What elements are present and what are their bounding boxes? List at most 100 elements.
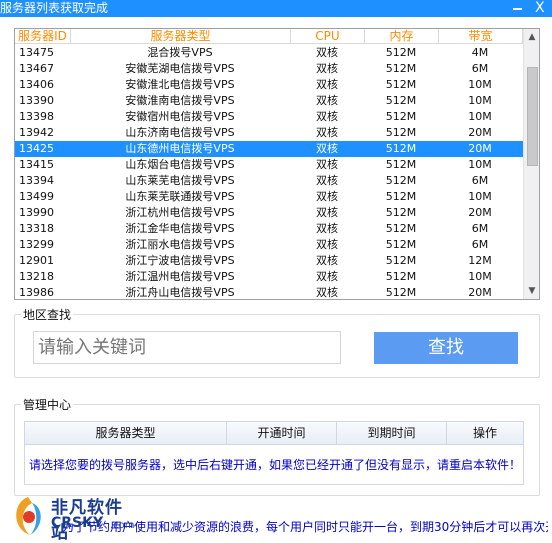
- cell-type: 山东莱芜电信拨号VPS: [125, 174, 235, 187]
- cell-mem: 512M: [385, 190, 417, 203]
- cell-id: 13990: [19, 206, 54, 219]
- cell-bw: 10M: [468, 158, 492, 171]
- cell-cpu: 双核: [316, 254, 338, 267]
- table-row[interactable]: 13467 安徽芜湖电信拨号VPS 双核 512M 6M: [15, 61, 523, 77]
- cell-cpu: 双核: [316, 206, 338, 219]
- cell-bw: 10M: [468, 190, 492, 203]
- table-row[interactable]: 13990 浙江杭州电信拨号VPS 双核 512M 20M: [15, 205, 523, 221]
- cell-mem: 512M: [385, 206, 417, 219]
- cell-id: 13398: [19, 110, 54, 123]
- cell-type: 山东莱芜联通拨号VPS: [125, 190, 235, 203]
- cell-mem: 512M: [385, 126, 417, 139]
- cell-bw: 10M: [468, 110, 492, 123]
- table-row[interactable]: 13398 安徽宿州电信拨号VPS 双核 512M 10M: [15, 109, 523, 125]
- cell-id: 13318: [19, 222, 54, 235]
- table-row[interactable]: 13394 山东莱芜电信拨号VPS 双核 512M 6M: [15, 173, 523, 189]
- logo-english-text: CRSKY: [51, 515, 104, 531]
- cell-id: 13299: [19, 238, 54, 251]
- close-icon[interactable]: X: [535, 0, 545, 17]
- region-search-legend: 地区查找: [21, 306, 74, 323]
- cell-bw: 10M: [468, 78, 492, 91]
- title-bar: 服务器列表获取完成 X: [0, 0, 552, 17]
- cell-mem: 512M: [385, 78, 417, 91]
- cell-cpu: 双核: [316, 126, 338, 139]
- table-row[interactable]: 13499 山东莱芜联通拨号VPS 双核 512M 10M: [15, 189, 523, 205]
- mg-column-action[interactable]: 操作: [447, 422, 523, 444]
- cell-cpu: 双核: [316, 46, 338, 59]
- cell-id: 13415: [19, 158, 54, 171]
- cell-id: 13406: [19, 78, 54, 91]
- management-table-header: 服务器类型 开通时间 到期时间 操作: [25, 422, 523, 445]
- column-header-id[interactable]: 服务器ID: [15, 29, 71, 44]
- vertical-scrollbar[interactable]: ▲ ▼: [523, 29, 539, 299]
- cell-cpu: 双核: [316, 142, 338, 155]
- search-button[interactable]: 查找: [374, 332, 518, 364]
- cell-cpu: 双核: [316, 158, 338, 171]
- cell-mem: 512M: [385, 142, 417, 155]
- table-row[interactable]: 13218 浙江温州电信拨号VPS 双核 512M 10M: [15, 269, 523, 285]
- table-row[interactable]: 13986 浙江舟山电信拨号VPS 双核 512M 20M: [15, 285, 523, 299]
- cell-type: 浙江舟山电信拨号VPS: [125, 286, 235, 299]
- scroll-down-icon[interactable]: ▼: [524, 283, 539, 299]
- cell-type: 山东德州电信拨号VPS: [125, 142, 235, 155]
- cell-type: 浙江宁波电信拨号VPS: [125, 254, 235, 267]
- cell-mem: 512M: [385, 222, 417, 235]
- column-header-type[interactable]: 服务器类型: [71, 29, 291, 44]
- cell-mem: 512M: [385, 286, 417, 299]
- column-header-cpu[interactable]: CPU: [291, 29, 365, 44]
- table-row[interactable]: 13942 山东济南电信拨号VPS 双核 512M 20M: [15, 125, 523, 141]
- cell-cpu: 双核: [316, 222, 338, 235]
- cell-type: 混合拨号VPS: [147, 46, 213, 59]
- cell-mem: 512M: [385, 94, 417, 107]
- table-row[interactable]: 13475 混合拨号VPS 双核 512M 4M: [15, 45, 523, 61]
- cell-type: 浙江杭州电信拨号VPS: [125, 206, 235, 219]
- search-input[interactable]: [33, 331, 341, 364]
- crsky-logo-icon: [16, 497, 41, 535]
- cell-bw: 4M: [471, 46, 489, 59]
- cell-type: 浙江金华电信拨号VPS: [125, 222, 235, 235]
- column-header-bandwidth[interactable]: 带宽: [439, 29, 523, 44]
- minimize-icon[interactable]: [513, 8, 522, 10]
- footer: 为了节约用户使用和减少资源的浪费，每个用户同时只能开一台，到期30分钟后才可以再…: [0, 497, 552, 543]
- server-list[interactable]: 服务器ID 服务器类型 CPU 内存 带宽 13475 混合拨号VPS 双核 512M…: [14, 28, 540, 300]
- cell-bw: 20M: [468, 206, 492, 219]
- cell-mem: 512M: [385, 270, 417, 283]
- table-row[interactable]: 13318 浙江金华电信拨号VPS 双核 512M 6M: [15, 221, 523, 237]
- mg-column-type[interactable]: 服务器类型: [25, 422, 227, 444]
- cell-id: 13942: [19, 126, 54, 139]
- cell-cpu: 双核: [316, 62, 338, 75]
- cell-cpu: 双核: [316, 94, 338, 107]
- cell-bw: 20M: [468, 142, 492, 155]
- cell-bw: 10M: [468, 270, 492, 283]
- cell-cpu: 双核: [316, 286, 338, 299]
- cell-mem: 512M: [385, 110, 417, 123]
- table-row[interactable]: 13299 浙江丽水电信拨号VPS 双核 512M 6M: [15, 237, 523, 253]
- scrollbar-thumb[interactable]: [527, 67, 538, 166]
- cell-mem: 512M: [385, 254, 417, 267]
- cell-mem: 512M: [385, 46, 417, 59]
- cell-mem: 512M: [385, 158, 417, 171]
- cell-type: 浙江温州电信拨号VPS: [125, 270, 235, 283]
- cell-id: 13394: [19, 174, 54, 187]
- table-row[interactable]: 13415 山东烟台电信拨号VPS 双核 512M 10M: [15, 157, 523, 173]
- table-row[interactable]: 13406 安徽淮北电信拨号VPS 双核 512M 10M: [15, 77, 523, 93]
- column-header-memory[interactable]: 内存: [365, 29, 439, 44]
- cell-mem: 512M: [385, 62, 417, 75]
- cell-cpu: 双核: [316, 174, 338, 187]
- management-table[interactable]: 服务器类型 开通时间 到期时间 操作 请选择您要的拨号服务器，选中后右键开通，如…: [24, 421, 524, 485]
- cell-cpu: 双核: [316, 238, 338, 251]
- cell-mem: 512M: [385, 238, 417, 251]
- table-row[interactable]: 13425 山东德州电信拨号VPS 双核 512M 20M: [15, 141, 523, 157]
- logo-domain-text: .com: [110, 520, 135, 531]
- table-row[interactable]: 13390 安徽淮南电信拨号VPS 双核 512M 10M: [15, 93, 523, 109]
- scroll-up-icon[interactable]: ▲: [524, 29, 539, 45]
- mg-column-open-time[interactable]: 开通时间: [227, 422, 337, 444]
- cell-type: 安徽淮南电信拨号VPS: [125, 94, 235, 107]
- crsky-logo: 非凡软件站 CRSKY .com: [6, 493, 138, 543]
- cell-id: 13467: [19, 62, 54, 75]
- table-row[interactable]: 12901 浙江宁波电信拨号VPS 双核 512M 12M: [15, 253, 523, 269]
- cell-cpu: 双核: [316, 78, 338, 91]
- cell-bw: 20M: [468, 126, 492, 139]
- mg-column-expire-time[interactable]: 到期时间: [337, 422, 447, 444]
- cell-cpu: 双核: [316, 110, 338, 123]
